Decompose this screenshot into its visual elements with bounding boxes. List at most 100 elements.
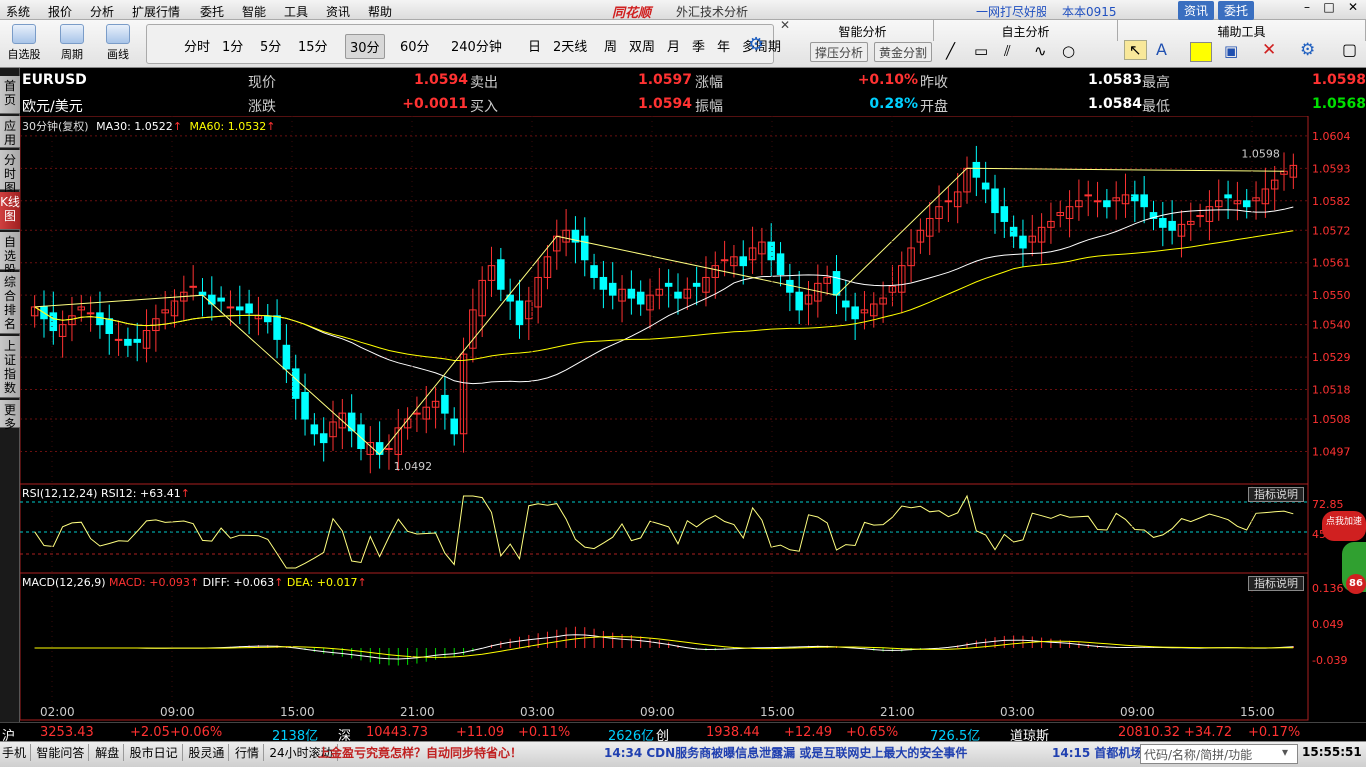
trade-button[interactable]: 委托 [1218,1,1255,20]
bottom-tab[interactable]: 股市日记 [130,744,183,761]
period-tab[interactable]: 2天线 [549,34,591,57]
news-headline-2[interactable]: 14:34 CDN服务商被曝信息泄露漏 或是互联网史上最大的安全事件 [604,744,967,761]
bottom-tab[interactable]: 手机 [2,744,32,761]
wave-tool-icon[interactable]: ∿ [1034,42,1047,60]
sidebar-tab[interactable]: 分时图 [0,150,20,195]
period-tab[interactable]: 240分钟 [447,34,506,57]
star-icon [12,24,36,44]
info-button[interactable]: 资讯 [1178,1,1215,20]
period-tab[interactable]: 1分 [218,34,247,57]
maximize-icon[interactable]: □ [1318,0,1340,14]
rect-tool-icon[interactable]: ▭ [974,42,988,60]
news-headline-3[interactable]: 14:15 首都机场 [1052,744,1142,761]
bottom-tab[interactable]: 解盘 [95,744,125,761]
rsi-help-button[interactable]: 指标说明 [1248,487,1304,502]
text-tool-icon[interactable]: A [1156,40,1167,59]
menu-item[interactable]: 报价 [48,0,72,20]
period-tab[interactable]: 季 [688,34,709,57]
menu-item[interactable]: 委托 [200,0,224,20]
menu-item[interactable]: 系统 [6,0,30,20]
bottom-tab[interactable]: 智能问答 [36,744,90,761]
candle-body [245,303,253,314]
kline-chart[interactable]: 1.0604 1.0593 1.0582 1.0572 1.0561 1.0550 1.05… [20,116,1366,722]
menu-item[interactable]: 资讯 [326,0,350,20]
menu-item[interactable]: 帮助 [368,0,392,20]
period-tab[interactable]: 月 [663,34,684,57]
app-logo: 同花顺 [612,6,652,21]
sidebar-tab[interactable]: 更多 [0,400,20,431]
menu-item[interactable]: 工具 [284,0,308,20]
index-value: 1938.44 [706,725,760,740]
period-tab[interactable]: 周 [600,34,621,57]
sidebar-tab[interactable]: 综合排名 [0,272,20,334]
lock-icon[interactable]: ▢ [1342,40,1357,59]
line-tool-icon[interactable]: ╱ [946,42,955,60]
mascot-badge[interactable]: 86 [1346,574,1366,594]
sidebar-tab[interactable]: K线图 [0,192,20,230]
speed-up-badge[interactable]: 点我加速 [1322,511,1366,541]
period-tab[interactable]: 日 [524,34,545,57]
sidebar-tab[interactable]: 自选股 [0,232,20,277]
save-tool-icon[interactable]: ▣ [1224,42,1238,60]
bottom-tab[interactable]: 股灵通 [188,744,230,761]
circle-tool-icon[interactable]: ○ [1062,42,1075,60]
close-panel-icon[interactable]: ✕ [780,18,790,32]
chart-area[interactable]: 1.0604 1.0593 1.0582 1.0572 1.0561 1.0550 1.05… [20,116,1366,742]
tool-settings-icon[interactable]: ⚙ [1300,40,1315,60]
period-button[interactable]: 周期 [52,20,92,66]
draw-button[interactable]: 画线 [98,20,138,66]
sidebar-tab[interactable]: 首页 [0,76,20,114]
smart-analysis-title[interactable]: 智能分析 [792,20,934,41]
close-icon[interactable]: ✕ [1342,0,1364,14]
scroll-ticker[interactable]: 一网打尽好股 [976,3,1046,20]
y-tick-label: 1.0518 [1312,384,1351,397]
x-tick-label: 21:00 [400,705,435,719]
bottom-tab[interactable]: 行情 [235,744,265,761]
y-tick-label: 1.0593 [1312,162,1351,175]
news-headline-1[interactable]: 上金盈亏究竟怎样？自动同步特省心！ [318,744,522,761]
search-dropdown-icon[interactable]: ▾ [1282,745,1288,759]
low-label: 1.0492 [394,460,433,473]
rsi-up-arrow-icon: ↑ [180,487,190,500]
delete-tool-icon[interactable]: ✕ [1262,40,1276,60]
pen-icon [106,24,130,44]
candle-body [263,315,272,323]
candle-body [497,259,505,290]
menu-item[interactable]: 分析 [90,0,114,20]
aux-tools-title[interactable]: 辅助工具 [1118,20,1366,41]
cursor-tool-icon[interactable]: ↖ [1124,40,1147,60]
sidebar-tab[interactable]: 上证指数 [0,336,20,398]
dea-value: DEA: +0.017 [286,576,358,589]
candle-body [1131,194,1139,202]
macd-help-button[interactable]: 指标说明 [1248,576,1304,591]
support-resistance-button[interactable]: 撑压分析 [810,42,869,62]
quote-value: 1.0594 [413,72,468,88]
candle-body [124,338,132,346]
candle-body [599,276,608,290]
settings-gear-icon[interactable]: ⚙ [748,34,764,55]
candle-body [441,394,449,414]
index-status-bar: 沪 3253.43 +2.05 +0.06% 2138亿深 10443.73 +11.09 +… [0,722,1366,744]
candle-body [347,412,356,432]
period-tab[interactable]: 双周 [625,34,659,57]
sidebar-tab[interactable]: 应用 [0,116,20,148]
period-tab[interactable]: 5分 [256,34,285,57]
golden-section-button[interactable]: 黄金分割 [874,42,933,62]
search-input[interactable]: 代码/名称/简拼/功能 [1140,744,1298,764]
user-name[interactable]: 本本0915 [1062,3,1117,20]
period-tab[interactable]: 30分 [345,34,385,59]
candle-body [1093,200,1102,203]
x-tick-label: 09:00 [160,705,195,719]
menu-item[interactable]: 扩展行情 [132,0,180,20]
color-picker-icon[interactable] [1190,42,1212,62]
menu-item[interactable]: 智能 [242,0,266,20]
self-analysis-title[interactable]: 自主分析 [934,20,1118,41]
period-tab[interactable]: 分时 [180,34,214,57]
period-tab[interactable]: 年 [713,34,734,57]
minimize-icon[interactable]: – [1296,0,1318,14]
period-tab[interactable]: 15分 [294,34,332,57]
parallel-tool-icon[interactable]: ⫽ [1004,42,1011,60]
watchlist-button[interactable]: 自选股 [4,20,44,66]
quote-label: 开盘 [920,99,948,115]
period-tab[interactable]: 60分 [396,34,434,57]
